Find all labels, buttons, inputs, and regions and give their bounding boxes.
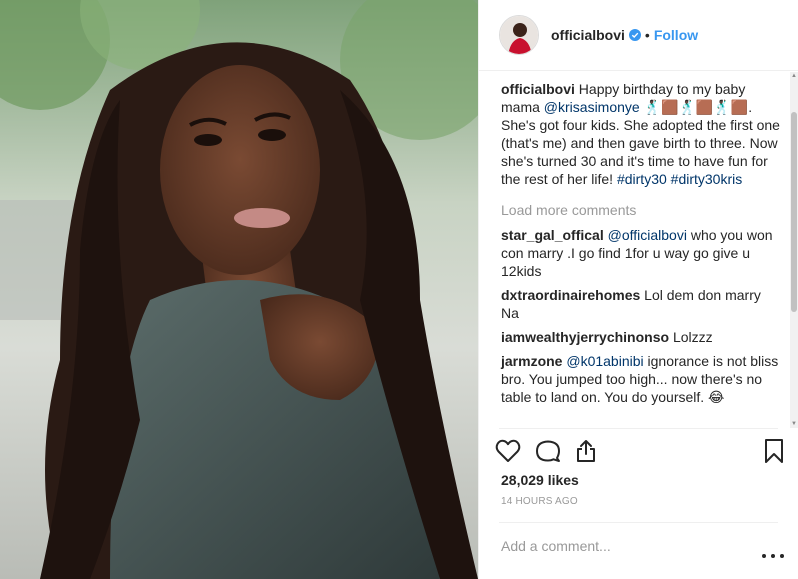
post-photo[interactable]	[0, 0, 478, 579]
separator-dot: •	[644, 27, 650, 43]
comment-mention[interactable]: @officialbovi	[608, 227, 687, 243]
comment-item: jarmzone @k01abinibi ignorance is not bl…	[501, 352, 780, 406]
instagram-post-modal: officialbovi • Follow officialbovi Happy…	[0, 0, 798, 579]
comment-username[interactable]: star_gal_offical	[501, 227, 604, 243]
post-details-panel: officialbovi • Follow officialbovi Happy…	[478, 0, 798, 579]
more-dot	[780, 554, 784, 558]
share-icon	[577, 440, 595, 462]
action-bar	[493, 434, 784, 468]
portrait-image	[0, 0, 478, 579]
comments-list[interactable]: officialbovi Happy birthday to my baby m…	[479, 72, 790, 428]
divider	[499, 522, 778, 523]
more-dot	[771, 554, 775, 558]
hashtag-dirty30[interactable]: #dirty30	[617, 171, 667, 187]
comment-username[interactable]: dxtraordinairehomes	[501, 287, 640, 303]
avatar-image	[500, 16, 538, 54]
scroll-up-arrow-icon[interactable]: ▲	[790, 72, 798, 80]
comment-username[interactable]: jarmzone	[501, 353, 562, 369]
hashtag-dirty30kris[interactable]: #dirty30kris	[671, 171, 743, 187]
comments-scrollbar[interactable]: ▲ ▼	[790, 72, 798, 428]
avatar[interactable]	[499, 15, 539, 55]
caption-username[interactable]: officialbovi	[501, 81, 575, 97]
caption-mention[interactable]: @krisasimonye	[544, 99, 640, 115]
author-username[interactable]: officialbovi	[551, 27, 625, 43]
save-button[interactable]	[744, 434, 784, 468]
comment-item: iamwealthyjerrychinonso Lolzzz	[501, 328, 780, 346]
verified-badge-icon	[628, 29, 641, 41]
likes-count[interactable]: 28,029 likes	[501, 472, 579, 488]
heart-icon	[495, 439, 521, 462]
post-timestamp[interactable]: 14 HOURS AGO	[501, 496, 578, 507]
comment-item: star_gal_offical @officialbovi who you w…	[501, 226, 780, 280]
comment-bubble-icon	[536, 440, 560, 462]
caption: officialbovi Happy birthday to my baby m…	[501, 80, 780, 188]
comment-username[interactable]: iamwealthyjerrychinonso	[501, 329, 669, 345]
post-header: officialbovi • Follow	[479, 0, 798, 71]
scrollbar-thumb[interactable]	[791, 112, 797, 312]
divider	[499, 428, 778, 429]
comment-item: dxtraordinairehomes Lol dem don marry Na	[501, 286, 780, 322]
add-comment-input[interactable]	[501, 535, 731, 557]
more-options-icon[interactable]	[762, 550, 784, 562]
comment-mention[interactable]: @k01abinibi	[566, 353, 643, 369]
comment-button[interactable]	[533, 434, 573, 468]
follow-button[interactable]: Follow	[654, 27, 698, 43]
bookmark-icon	[765, 439, 783, 463]
share-button[interactable]	[573, 434, 613, 468]
more-dot	[762, 554, 766, 558]
load-more-comments-button[interactable]: Load more comments	[501, 202, 780, 218]
caption-emoji: 🕺🏿🟫🕺🏿🟫🕺🏿🟫	[643, 99, 749, 115]
scroll-down-arrow-icon[interactable]: ▼	[790, 420, 798, 428]
like-button[interactable]	[493, 434, 533, 468]
comment-text: Lolzzz	[672, 329, 713, 345]
